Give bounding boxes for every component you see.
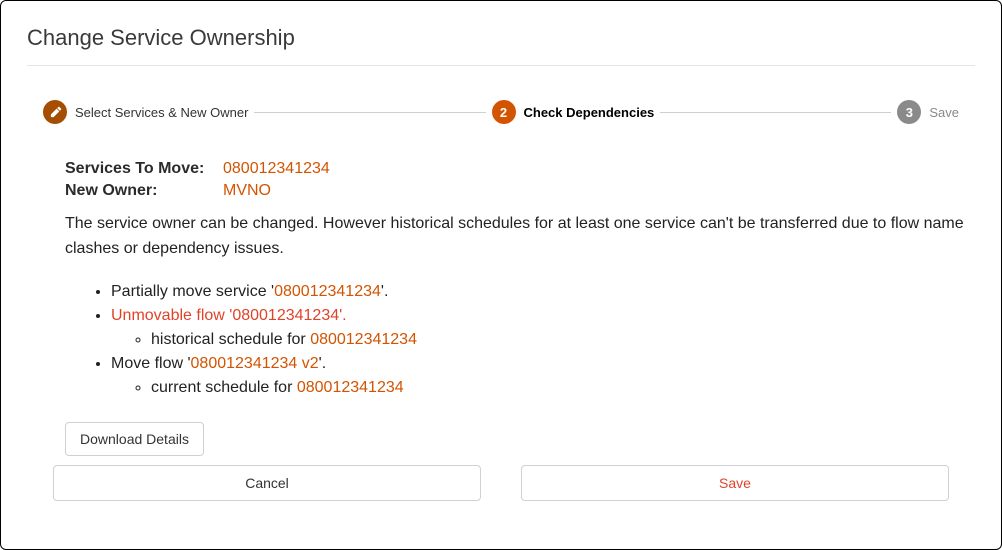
new-owner-label: New Owner: xyxy=(65,182,215,200)
step-line xyxy=(660,112,891,113)
service-link[interactable]: 080012341234 xyxy=(274,283,381,300)
step-line xyxy=(254,112,485,113)
text: Move flow ' xyxy=(111,355,191,372)
flow-link[interactable]: 080012341234 xyxy=(232,307,339,324)
services-to-move-row: Services To Move: 080012341234 xyxy=(65,160,965,178)
schedule-link[interactable]: 080012341234 xyxy=(297,379,404,396)
dependency-sub-item: historical schedule for 080012341234 xyxy=(151,328,965,352)
step-1-label: Select Services & New Owner xyxy=(75,105,248,120)
dependency-sublist: current schedule for 080012341234 xyxy=(151,376,965,400)
step-2[interactable]: 2 Check Dependencies xyxy=(492,100,655,124)
dependency-item: Partially move service '080012341234'. xyxy=(111,280,965,304)
content-panel: Services To Move: 080012341234 New Owner… xyxy=(65,160,965,456)
dependency-sub-item: current schedule for 080012341234 xyxy=(151,376,965,400)
step-2-label: Check Dependencies xyxy=(524,105,655,120)
page-title: Change Service Ownership xyxy=(27,25,975,51)
save-button[interactable]: Save xyxy=(521,465,949,501)
schedule-link[interactable]: 080012341234 xyxy=(310,331,417,348)
services-to-move-label: Services To Move: xyxy=(65,160,215,178)
text: '. xyxy=(339,307,347,324)
text: Unmovable flow ' xyxy=(111,307,232,324)
pencil-icon xyxy=(43,100,67,124)
new-owner-value: MVNO xyxy=(223,182,271,200)
stepper: Select Services & New Owner 2 Check Depe… xyxy=(43,100,959,124)
dependency-message: The service owner can be changed. Howeve… xyxy=(65,212,965,262)
cancel-button[interactable]: Cancel xyxy=(53,465,481,501)
unmovable-flow-label: Unmovable flow '080012341234'. xyxy=(111,307,347,324)
new-owner-row: New Owner: MVNO xyxy=(65,182,965,200)
step-3[interactable]: 3 Save xyxy=(897,100,959,124)
text: Partially move service ' xyxy=(111,283,274,300)
dependency-list: Partially move service '080012341234'. U… xyxy=(111,280,965,400)
text: historical schedule for xyxy=(151,331,310,348)
step-3-label: Save xyxy=(929,105,959,120)
dependency-item: Unmovable flow '080012341234'. historica… xyxy=(111,304,965,352)
footer-actions: Cancel Save xyxy=(53,465,949,501)
step-3-number: 3 xyxy=(897,100,921,124)
divider xyxy=(27,65,975,66)
dependency-sublist: historical schedule for 080012341234 xyxy=(151,328,965,352)
dependency-item: Move flow '080012341234 v2'. current sch… xyxy=(111,352,965,400)
text: current schedule for xyxy=(151,379,297,396)
step-2-number: 2 xyxy=(492,100,516,124)
text: '. xyxy=(319,355,327,372)
flow-link[interactable]: 080012341234 v2 xyxy=(191,355,319,372)
step-1[interactable]: Select Services & New Owner xyxy=(43,100,248,124)
services-to-move-value: 080012341234 xyxy=(223,160,330,178)
download-details-button[interactable]: Download Details xyxy=(65,422,204,456)
text: '. xyxy=(381,283,389,300)
